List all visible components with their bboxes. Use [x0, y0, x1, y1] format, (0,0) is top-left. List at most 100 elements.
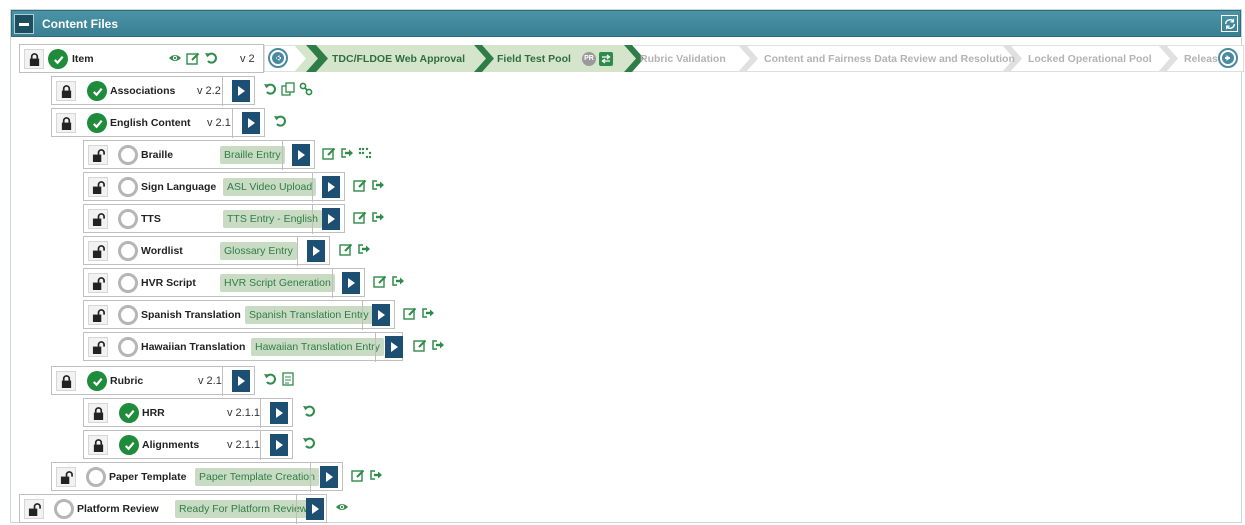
alignments-box[interactable]: Alignments v 2.1.1 [83, 430, 293, 460]
lock-open-icon[interactable] [88, 209, 108, 229]
english-content-box[interactable]: English Content v 2.1 [51, 108, 265, 138]
lock-closed-icon[interactable] [88, 435, 108, 455]
edit-icon[interactable] [322, 146, 336, 160]
undo-icon[interactable] [263, 82, 277, 96]
wordlist-box[interactable]: Wordlist Glossary Entry [83, 236, 330, 266]
undo-icon[interactable] [273, 114, 287, 128]
eye-icon[interactable] [168, 51, 182, 65]
braille-actions [322, 146, 372, 160]
hawaiian-translation-task-tag[interactable]: Hawaiian Translation Entry [251, 338, 384, 356]
stage-locked-operational-pool[interactable]: Locked Operational Pool [1028, 45, 1152, 72]
tts-box[interactable]: TTS TTS Entry - English [83, 204, 345, 234]
lock-open-icon[interactable] [88, 305, 108, 325]
check-icon [87, 371, 107, 391]
hvr-script-actions [373, 274, 405, 288]
undo-icon[interactable] [263, 372, 277, 386]
export-icon[interactable] [431, 338, 445, 352]
pipeline-prev-button[interactable] [268, 48, 288, 68]
edit-icon[interactable] [186, 51, 200, 65]
paper-template-task-tag[interactable]: Paper Template Creation [195, 468, 319, 486]
export-icon[interactable] [391, 274, 405, 288]
platform-review-box[interactable]: Platform Review Ready For Platform Revie… [19, 494, 327, 524]
lock-open-icon[interactable] [88, 145, 108, 165]
lock-open-icon[interactable] [24, 499, 44, 519]
edit-icon[interactable] [413, 338, 427, 352]
edit-icon[interactable] [351, 468, 365, 482]
edit-icon[interactable] [403, 306, 417, 320]
stage-rubric-validation[interactable]: Rubric Validation [640, 45, 726, 72]
edit-icon[interactable] [353, 178, 367, 192]
english-content-go-button[interactable] [242, 112, 260, 134]
swap-icon[interactable] [599, 52, 613, 66]
stage-content-fairness-review[interactable]: Content and Fairness Data Review and Res… [764, 45, 1015, 72]
edit-icon[interactable] [373, 274, 387, 288]
pr-badge[interactable]: PR [582, 51, 596, 66]
export-icon[interactable] [371, 210, 385, 224]
hawaiian-translation-actions [413, 338, 445, 352]
lock-open-icon[interactable] [88, 177, 108, 197]
hvr-script-label: HVR Script [141, 277, 196, 289]
spanish-translation-box[interactable]: Spanish Translation Spanish Translation … [83, 300, 395, 330]
lock-closed-icon[interactable] [88, 403, 108, 423]
tts-task-tag[interactable]: TTS Entry - English [223, 210, 323, 228]
tts-go-button[interactable] [322, 208, 340, 230]
hvr-script-box[interactable]: HVR Script HVR Script Generation [83, 268, 365, 298]
lock-closed-icon[interactable] [24, 49, 44, 69]
export-icon[interactable] [340, 146, 354, 160]
export-icon[interactable] [371, 178, 385, 192]
wordlist-task-tag[interactable]: Glossary Entry [220, 242, 297, 260]
hrr-go-button[interactable] [270, 402, 288, 424]
platform-review-task-tag[interactable]: Ready For Platform Review [175, 500, 312, 518]
alignments-go-button[interactable] [270, 434, 288, 456]
lock-closed-icon[interactable] [56, 81, 76, 101]
refresh-icon[interactable] [1221, 15, 1238, 32]
edit-icon[interactable] [339, 242, 353, 256]
hawaiian-translation-go-button[interactable] [385, 336, 403, 358]
wordlist-go-button[interactable] [307, 240, 325, 262]
link-icon[interactable] [299, 82, 313, 96]
export-icon[interactable] [369, 468, 383, 482]
platform-review-go-button[interactable] [306, 498, 324, 520]
edit-icon[interactable] [353, 210, 367, 224]
spanish-translation-go-button[interactable] [372, 304, 390, 326]
export-icon[interactable] [421, 306, 435, 320]
rubric-box[interactable]: Rubric v 2.1 [51, 366, 255, 396]
braille-box[interactable]: Braille Braille Entry [83, 140, 315, 170]
hvr-script-task-tag[interactable]: HVR Script Generation [220, 274, 335, 292]
braille-icon[interactable] [358, 146, 372, 160]
rubric-go-button[interactable] [232, 370, 250, 392]
lock-closed-icon[interactable] [56, 371, 76, 391]
stage-web-approval[interactable]: TDC/FLDOE Web Approval [332, 45, 465, 72]
braille-task-tag[interactable]: Braille Entry [220, 146, 285, 164]
lock-closed-icon[interactable] [56, 113, 76, 133]
pending-status-icon [118, 241, 138, 261]
item-box[interactable]: Item v 2 [19, 44, 264, 73]
lock-open-icon[interactable] [88, 241, 108, 261]
associations-box[interactable]: Associations v 2.2 [51, 76, 255, 106]
paper-template-box[interactable]: Paper Template Paper Template Creation [51, 462, 343, 492]
copy-icon[interactable] [281, 82, 295, 96]
hawaiian-translation-box[interactable]: Hawaiian Translation Hawaiian Translatio… [83, 332, 403, 362]
collapse-button[interactable] [14, 14, 34, 34]
braille-go-button[interactable] [292, 144, 310, 166]
eye-icon[interactable] [335, 500, 349, 514]
associations-go-button[interactable] [232, 80, 250, 102]
lock-open-icon[interactable] [88, 337, 108, 357]
document-icon[interactable] [281, 372, 295, 386]
stage-field-test-pool[interactable]: Field Test Pool [497, 45, 571, 72]
sign-language-task-tag[interactable]: ASL Video Upload [223, 178, 317, 196]
undo-icon[interactable] [302, 436, 316, 450]
paper-template-go-button[interactable] [320, 466, 338, 488]
hrr-box[interactable]: HRR v 2.1.1 [83, 398, 293, 428]
undo-icon[interactable] [302, 404, 316, 418]
lock-open-icon[interactable] [88, 273, 108, 293]
sign-language-box[interactable]: Sign Language ASL Video Upload [83, 172, 345, 202]
hvr-script-go-button[interactable] [342, 272, 360, 294]
sign-language-go-button[interactable] [322, 176, 340, 198]
spanish-translation-task-tag[interactable]: Spanish Translation Entry [245, 306, 373, 324]
lock-open-icon[interactable] [56, 467, 76, 487]
undo-icon[interactable] [204, 51, 218, 65]
pipeline-next-button[interactable] [1218, 48, 1238, 68]
spanish-translation-actions [403, 306, 435, 320]
export-icon[interactable] [357, 242, 371, 256]
